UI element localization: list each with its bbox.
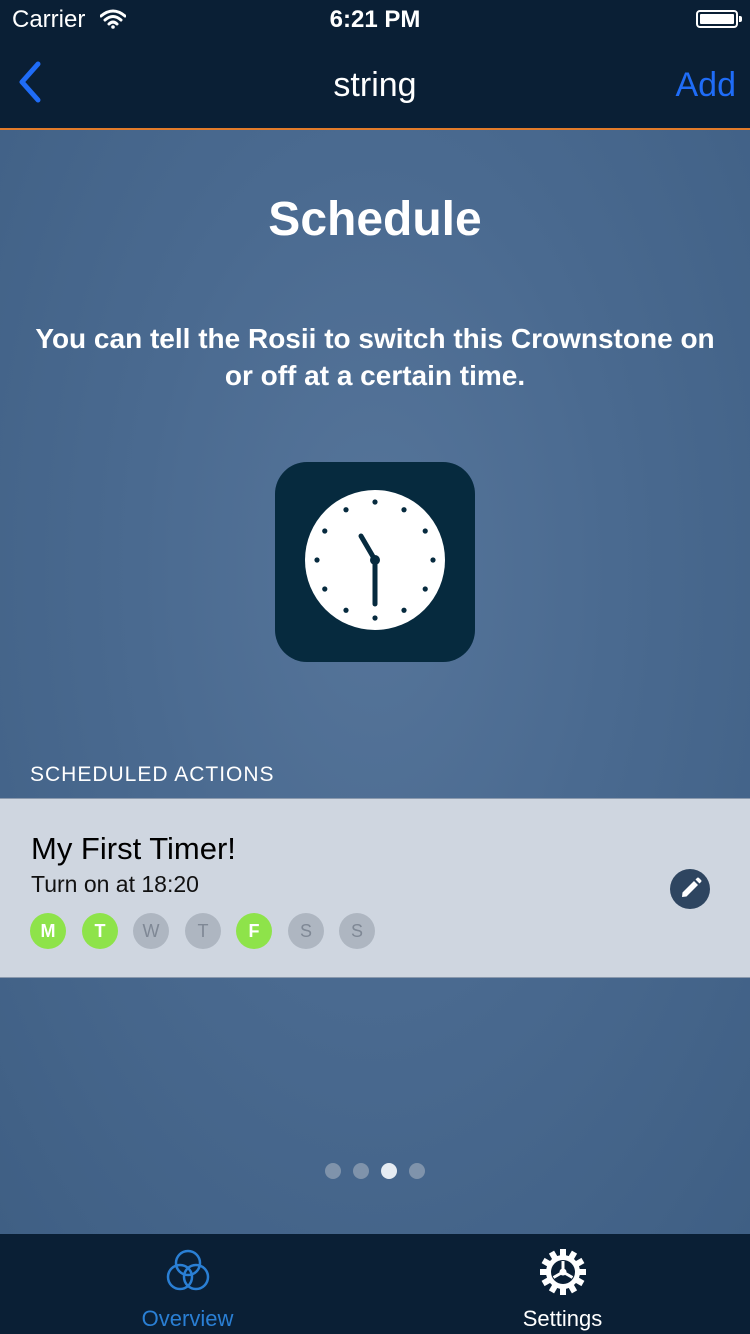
clock-tick <box>372 615 378 621</box>
clock-tick <box>322 528 328 534</box>
page-dot[interactable] <box>353 1163 369 1179</box>
clock-tick <box>343 507 349 513</box>
clock-tick <box>322 586 328 592</box>
page-dot[interactable] <box>381 1163 397 1179</box>
day-badge-thursday: T <box>185 913 221 949</box>
page-indicator <box>0 1163 750 1179</box>
timer-list-item[interactable]: My First Timer! Turn on at 18:20 M T W T… <box>0 798 750 978</box>
tab-overview[interactable]: Overview <box>0 1234 375 1334</box>
overview-icon <box>166 1249 210 1291</box>
day-badge-sunday: S <box>339 913 375 949</box>
day-badge-monday: M <box>30 913 66 949</box>
day-badge-friday: F <box>236 913 272 949</box>
battery-icon <box>696 10 742 28</box>
day-badge-saturday: S <box>288 913 324 949</box>
clock-tick <box>372 499 378 505</box>
clock-tick <box>422 528 428 534</box>
clock-tick <box>314 557 320 563</box>
navigation-bar: string Add <box>0 40 750 130</box>
add-button[interactable]: Add <box>676 66 737 105</box>
page-dot[interactable] <box>409 1163 425 1179</box>
gear-icon <box>540 1249 586 1295</box>
timer-description: Turn on at 18:20 <box>31 871 199 897</box>
timer-name: My First Timer! <box>31 831 236 866</box>
pencil-icon <box>682 877 702 897</box>
clock-icon <box>275 462 475 662</box>
page-title: Schedule <box>268 193 482 246</box>
nav-title: string <box>333 66 417 104</box>
section-header-scheduled-actions: SCHEDULED ACTIONS <box>30 763 275 786</box>
tab-label: Overview <box>141 1306 234 1331</box>
day-badge-tuesday: T <box>82 913 118 949</box>
clock-tick <box>343 607 349 613</box>
day-badge-wednesday: W <box>133 913 169 949</box>
schedule-content: Schedule You can tell the Rosii to switc… <box>0 130 750 1234</box>
tab-label: Settings <box>522 1306 603 1331</box>
tab-bar: Overview Settings <box>0 1234 750 1334</box>
status-bar: Carrier 6:21 PM <box>0 0 750 40</box>
clock-tick <box>430 557 436 563</box>
tab-settings[interactable]: Settings <box>375 1234 750 1334</box>
page-description: You can tell the Rosii to switch this Cr… <box>35 323 715 391</box>
status-time: 6:21 PM <box>329 6 421 33</box>
clock-tick <box>422 586 428 592</box>
clock-tick <box>401 607 407 613</box>
clock-tick <box>401 507 407 513</box>
page-dot[interactable] <box>325 1163 341 1179</box>
edit-timer-button[interactable] <box>670 869 710 909</box>
